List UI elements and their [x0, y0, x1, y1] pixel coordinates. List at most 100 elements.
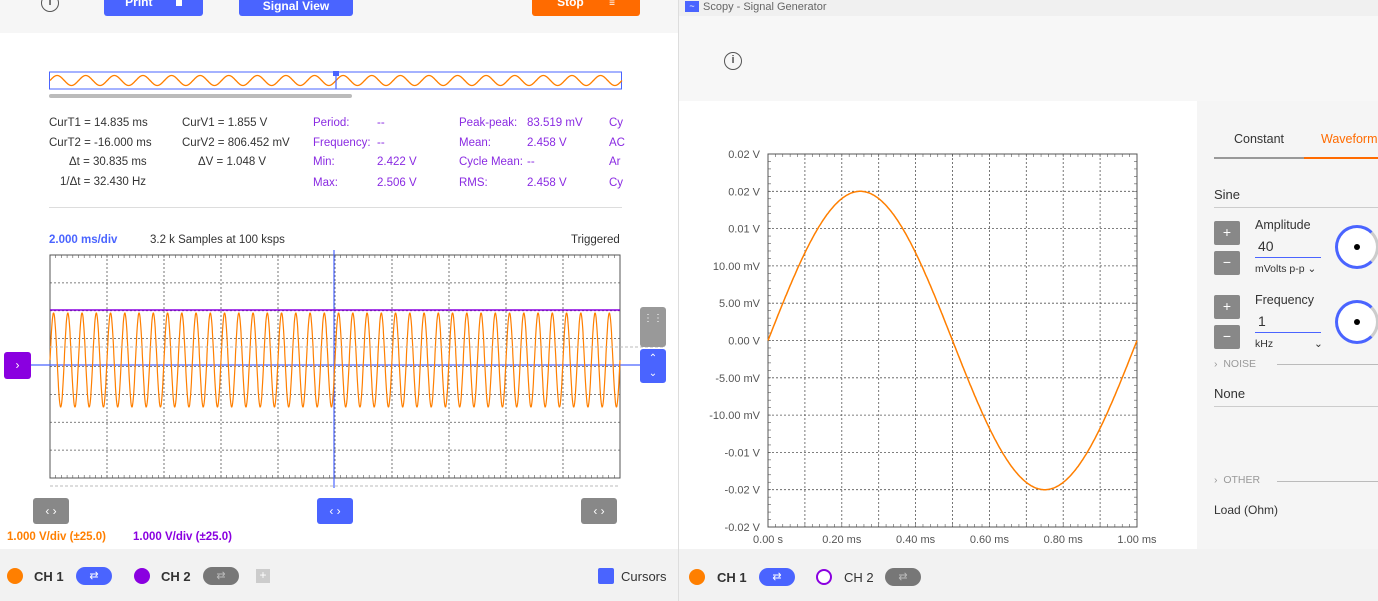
amplitude-knob[interactable] [1335, 225, 1378, 269]
stop-button-label: Stop [557, 0, 584, 9]
signal-preview-plot: 0.02 V 0.02 V 0.01 V 10.00 mV 5.00 mV 0.00 V -… [709, 149, 1157, 546]
samples-label: 3.2 k Samples at 100 ksps [150, 234, 285, 246]
stop-button[interactable]: Stop ≡ [532, 0, 640, 16]
amplitude-input-line [1255, 257, 1321, 258]
x-tick-label: 0.20 ms [822, 534, 862, 546]
sg-ch1-label[interactable]: CH 1 [717, 570, 747, 585]
y-tick-label: 0.02 V [728, 149, 760, 161]
ch2-offset-handle[interactable]: › [4, 352, 31, 379]
rms-value: 2.458 V [527, 177, 567, 189]
measurement-cut-4: Cy [609, 177, 624, 189]
amplitude-decrement-button[interactable]: − [1214, 251, 1240, 275]
stop-icon: ≡ [609, 0, 615, 9]
frequency-value: -- [377, 137, 385, 149]
cursor-t2-handle[interactable]: ‹ › [33, 498, 69, 524]
print-button[interactable]: Print [104, 0, 203, 16]
noise-section-line [1277, 364, 1378, 365]
frequency-increment-button[interactable]: + [1214, 295, 1240, 319]
oscilloscope-plot[interactable] [0, 250, 678, 530]
period-label: Period: [313, 117, 350, 129]
y-tick-label: 0.00 V [728, 336, 760, 348]
ch1-label[interactable]: CH 1 [34, 569, 64, 584]
y-tick-label: -0.02 V [725, 522, 761, 534]
toolbar: i Print Signal View Stop ≡ [0, 0, 678, 33]
sg-toolbar: i [679, 16, 1378, 101]
amplitude-increment-button[interactable]: + [1214, 221, 1240, 245]
amplitude-unit: mVolts p-p [1255, 263, 1305, 275]
info-icon[interactable]: i [724, 52, 742, 70]
ch2-settings-icon[interactable]: ⇄ [203, 567, 239, 585]
load-label: Load (Ohm) [1214, 503, 1279, 517]
frequency-knob[interactable] [1335, 300, 1378, 344]
frequency-decrement-button[interactable]: − [1214, 325, 1240, 349]
ch2-color-dot[interactable] [134, 568, 150, 584]
signal-overview[interactable] [49, 71, 623, 99]
sg-ch1-settings-icon[interactable]: ⇄ [759, 568, 795, 586]
noise-type[interactable]: None [1214, 386, 1245, 401]
channel-bar: CH 1 ⇄ CH 2 ⇄ + Cursors [0, 549, 678, 601]
trigger-status: Triggered [571, 234, 620, 246]
tab-underline-constant [1214, 157, 1304, 159]
other-section-toggle[interactable]: › OTHER [1214, 474, 1260, 486]
sg-ch2-label[interactable]: CH 2 [844, 570, 874, 585]
title-bar: ~ Scopy - Signal Generator [679, 0, 1378, 16]
delta-t-readout: Δt = 30.835 ms [69, 156, 147, 168]
tab-constant[interactable]: Constant [1234, 132, 1284, 146]
divider [49, 207, 622, 208]
ch2-label[interactable]: CH 2 [161, 569, 191, 584]
frequency-unit: kHz [1255, 338, 1274, 350]
curv2-readout: CurV2 = 806.452 mV [182, 137, 290, 149]
add-channel-icon[interactable]: + [256, 569, 270, 583]
min-value: 2.422 V [377, 156, 417, 168]
amplitude-unit-select[interactable]: mVolts p-p ⌄ [1255, 263, 1316, 275]
rms-label: RMS: [459, 177, 488, 189]
y-tick-label: 0.01 V [728, 224, 760, 236]
trigger-level-handle[interactable]: ⌃ ⌄ [640, 349, 666, 383]
x-tick-label: 0.80 ms [1044, 534, 1084, 546]
scopy-logo-icon: ~ [685, 1, 699, 12]
info-icon[interactable]: i [41, 0, 59, 12]
ch1-offset-scroll[interactable]: ⋮⋮ [640, 307, 666, 347]
window-title: Scopy - Signal Generator [703, 1, 827, 13]
frequency-label: Frequency: [313, 137, 371, 149]
tab-waveform[interactable]: Waveform [1321, 132, 1378, 146]
max-value: 2.506 V [377, 177, 417, 189]
curt2-readout: CurT2 = -16.000 ms [49, 137, 152, 149]
curt1-readout: CurT1 = 14.835 ms [49, 117, 148, 129]
chevron-down-icon: ⌄ [1307, 263, 1317, 275]
sg-ch2-settings-icon[interactable]: ⇄ [885, 568, 921, 586]
x-tick-label: 0.00 s [753, 534, 783, 546]
cursors-label[interactable]: Cursors [621, 569, 667, 584]
overview-scrollbar[interactable] [49, 94, 352, 98]
cursor-t1-handle[interactable]: ‹ › [581, 498, 617, 524]
signal-view-button[interactable]: Signal View [239, 0, 353, 16]
chevron-right-icon: › [1214, 474, 1218, 486]
noise-type-line [1214, 406, 1378, 407]
sg-ch1-color-dot[interactable] [689, 569, 705, 585]
frequency-label: Frequency [1255, 293, 1315, 307]
waveform-type-line [1214, 207, 1378, 208]
frequency-unit-select[interactable]: kHz ⌄ [1255, 338, 1323, 350]
amplitude-label: Amplitude [1255, 218, 1311, 232]
frequency-input-line [1255, 332, 1321, 333]
y-tick-label: 0.02 V [728, 186, 760, 198]
cursors-checkbox[interactable] [598, 568, 614, 584]
sg-ch2-color-dot[interactable] [816, 569, 832, 585]
amplitude-input[interactable]: 40 [1258, 238, 1274, 254]
waveform-type[interactable]: Sine [1214, 187, 1240, 202]
frequency-input[interactable]: 1 [1258, 313, 1266, 329]
cycle-mean-value: -- [527, 156, 535, 168]
noise-section-toggle[interactable]: › NOISE [1214, 358, 1256, 370]
other-section-line [1277, 481, 1378, 482]
ch1-color-dot[interactable] [7, 568, 23, 584]
signal-view-label: Signal View [262, 0, 330, 13]
measurement-cut-1: Cy [609, 117, 624, 129]
trigger-position-handle[interactable]: ‹ › [317, 498, 353, 524]
measurement-cut-2: AC [609, 137, 625, 149]
max-label: Max: [313, 177, 338, 189]
delta-v-readout: ΔV = 1.048 V [198, 156, 267, 168]
peak-peak-label: Peak-peak: [459, 117, 518, 129]
period-value: -- [377, 117, 385, 129]
ch1-settings-icon[interactable]: ⇄ [76, 567, 112, 585]
measurement-cut-3: Ar [609, 156, 621, 168]
